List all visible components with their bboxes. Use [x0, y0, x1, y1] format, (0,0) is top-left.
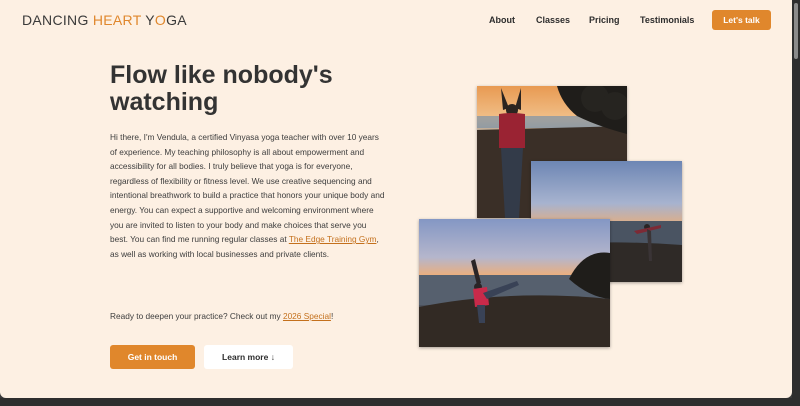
learn-more-button[interactable]: Learn more ↓ — [204, 345, 293, 369]
gym-link[interactable]: The Edge Training Gym — [289, 234, 377, 244]
special-offer-line: Ready to deepen your practice? Check out… — [110, 310, 390, 322]
nav-link-about[interactable]: About — [489, 15, 515, 25]
brand-part-2: HEART — [92, 12, 142, 28]
bio-paragraph: Hi there, I'm Vendula, a certified Vinya… — [110, 130, 385, 261]
brand-part-3: Y — [141, 12, 155, 28]
get-in-touch-button[interactable]: Get in touch — [110, 345, 195, 369]
window-bottom-edge — [0, 398, 792, 406]
yoga-photo-dancer-beach — [419, 219, 610, 347]
nav-link-pricing[interactable]: Pricing — [589, 15, 620, 25]
brand-part-5: GA — [166, 12, 187, 28]
yoga-photo-dancer-beach-image — [419, 219, 610, 347]
lets-talk-button[interactable]: Let's talk — [712, 10, 771, 30]
nav-link-testimonials[interactable]: Testimonials — [640, 15, 694, 25]
special-offer-text: Ready to deepen your practice? Check out… — [110, 311, 283, 321]
bio-text: Hi there, I'm Vendula, a certified Vinya… — [110, 132, 385, 245]
page-title: Flow like nobody's watching — [110, 61, 333, 116]
brand-heart-o: O — [154, 12, 167, 28]
brand-part-1: DANCING — [22, 12, 93, 28]
page: DANCING HEART YOGA About Classes Pricing… — [0, 0, 792, 398]
special-offer-end: ! — [330, 311, 334, 321]
brand-logo[interactable]: DANCING HEART YOGA — [22, 12, 187, 28]
scrollbar[interactable] — [792, 0, 800, 406]
nav-link-classes[interactable]: Classes — [536, 15, 570, 25]
scrollbar-thumb[interactable] — [794, 3, 798, 59]
special-link[interactable]: 2026 Special — [283, 311, 331, 321]
